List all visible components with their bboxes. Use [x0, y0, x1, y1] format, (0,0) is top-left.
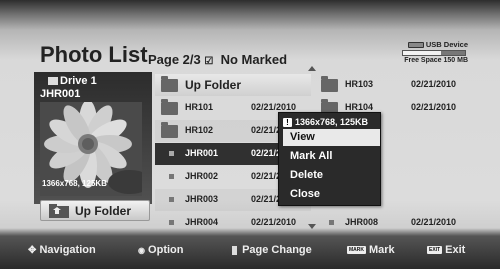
photo-file-icon: [169, 197, 174, 202]
usb-status: USB Device Free Space 150 MB: [400, 40, 468, 64]
page-key-icon: [232, 245, 237, 255]
drive-name: Drive 1: [48, 75, 97, 87]
scroll-up-icon[interactable]: [308, 66, 316, 71]
free-space-text: Free Space 150 MB: [404, 57, 468, 64]
marked-status: No Marked: [220, 52, 288, 67]
usb-label: USB Device: [425, 40, 468, 49]
photo-file-icon: [169, 220, 174, 225]
preview-resolution: 1366x768, 125KB: [42, 179, 107, 188]
exit-key-icon: EXIT: [427, 246, 443, 255]
info-icon: !: [283, 118, 292, 127]
navigation-icon: ✥: [28, 244, 37, 256]
grid-item-hr103[interactable]: HR103 02/21/2010: [315, 74, 475, 96]
photo-file-icon: [169, 174, 174, 179]
grid-item-jhr004[interactable]: JHR004 02/21/2010: [155, 212, 311, 234]
popup-file-info: ! 1366x768, 125KB: [283, 117, 368, 127]
free-space-bar: [402, 50, 466, 56]
folder-icon: [321, 76, 338, 92]
folder-icon: [48, 77, 58, 86]
hint-page-change: Page Change: [232, 244, 312, 256]
grid-item-jhr008[interactable]: JHR008 02/21/2010: [315, 212, 475, 234]
folder-icon: [161, 99, 178, 115]
preview-filename: JHR001: [40, 88, 81, 100]
hint-exit: EXIT Exit: [427, 244, 466, 256]
hint-option: ◉ Option: [138, 244, 184, 256]
menu-item-view[interactable]: View: [283, 129, 380, 146]
option-popup: ! 1366x768, 125KB View Mark All Delete Cl…: [278, 112, 381, 206]
menu-item-close[interactable]: Close: [283, 186, 380, 203]
photo-file-icon: [169, 151, 174, 156]
page-title: Photo List: [40, 42, 148, 67]
ok-icon: ◉: [138, 245, 145, 255]
up-folder-icon: [49, 204, 69, 218]
checkbox-icon: ☑: [204, 56, 214, 67]
page-indicator: Page 2/3 ☑ No Marked: [148, 52, 287, 67]
mark-key-icon: MARK: [347, 246, 366, 255]
folder-icon: [161, 122, 178, 138]
photo-file-icon: [329, 220, 334, 225]
hint-navigation: ✥ Navigation: [28, 244, 96, 256]
up-folder-label: Up Folder: [75, 204, 131, 218]
up-folder-button[interactable]: Up Folder: [40, 200, 150, 221]
up-folder-icon: [161, 76, 178, 92]
menu-item-mark-all[interactable]: Mark All: [283, 148, 380, 165]
hint-mark: MARK Mark: [347, 244, 395, 256]
page-number: Page 2/3: [148, 52, 201, 67]
up-folder-item[interactable]: Up Folder: [155, 74, 311, 96]
menu-item-delete[interactable]: Delete: [283, 167, 380, 184]
